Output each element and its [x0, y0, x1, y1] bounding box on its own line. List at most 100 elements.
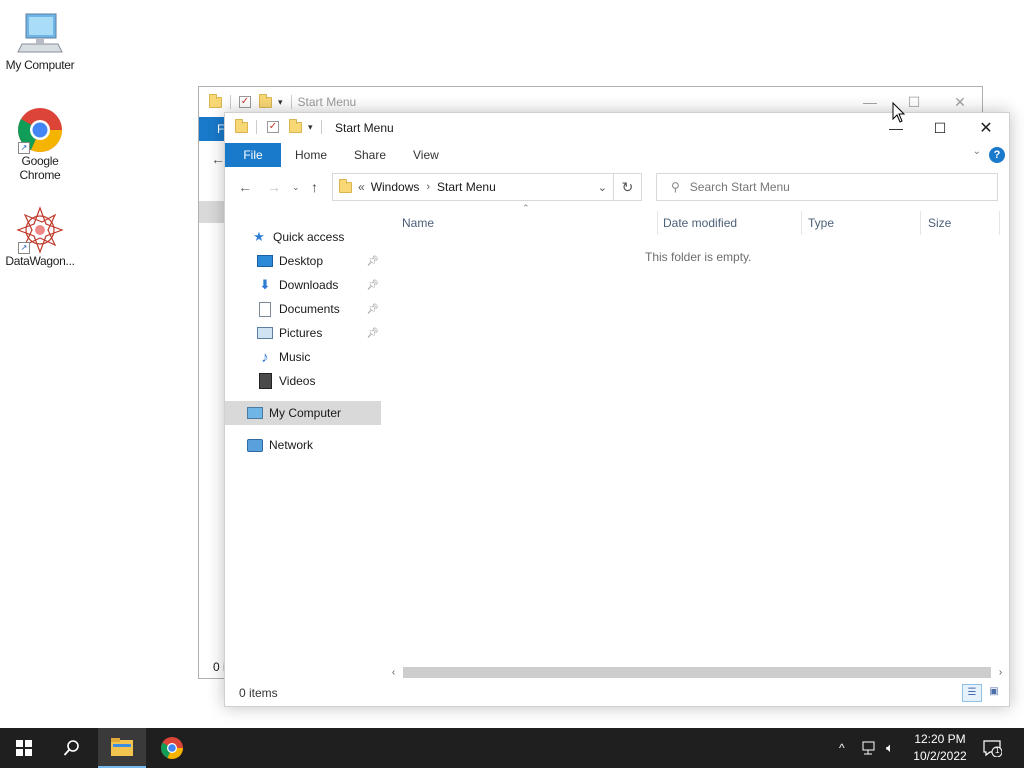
nav-music[interactable]: ♪ Music	[225, 345, 381, 369]
sort-indicator-icon: ⌃	[522, 203, 530, 213]
divider	[230, 95, 231, 109]
search-icon: ⚲	[671, 180, 680, 194]
nav-label: Downloads	[279, 278, 339, 292]
ribbon-tabs: File Home Share View ⌄ ?	[225, 143, 1009, 167]
breadcrumb-start-menu[interactable]: Start Menu	[437, 180, 496, 194]
desktop-icon-datawagon[interactable]: ↗ DataWagon...	[0, 206, 80, 268]
nav-desktop[interactable]: Desktop 📌︎	[225, 249, 381, 273]
windows-logo-icon	[16, 740, 32, 756]
nav-label: My Computer	[269, 406, 342, 420]
mouse-cursor-icon	[892, 101, 906, 127]
nav-downloads[interactable]: ⬇ Downloads 📌︎	[225, 273, 381, 297]
volume-icon[interactable]: 🔈︎	[886, 728, 894, 768]
music-icon: ♪	[261, 348, 269, 366]
nav-label: Videos	[279, 374, 316, 388]
tab-view[interactable]: View	[413, 143, 439, 167]
nav-my-computer[interactable]: My Computer	[225, 401, 381, 425]
notification-count-badge: 1	[995, 746, 1000, 755]
properties-icon[interactable]: ✓	[267, 121, 279, 133]
column-divider[interactable]	[801, 211, 802, 235]
nav-label: Network	[269, 438, 314, 452]
scroll-left-arrow-icon[interactable]: ‹	[385, 664, 402, 681]
search-button[interactable]	[48, 728, 96, 768]
nav-network[interactable]: Network	[225, 433, 381, 457]
start-button[interactable]	[0, 728, 48, 768]
scroll-right-arrow-icon[interactable]: ›	[992, 664, 1009, 681]
tab-home[interactable]: Home	[295, 143, 327, 167]
breadcrumb-separator-icon[interactable]: ›	[426, 181, 430, 193]
nav-videos[interactable]: Videos	[225, 369, 381, 393]
nav-label: Pictures	[279, 326, 323, 340]
address-dropdown-icon[interactable]: ⌄	[598, 181, 607, 194]
close-button[interactable]: ✕	[963, 113, 1009, 143]
videos-icon	[257, 373, 273, 389]
chrome-icon	[161, 737, 183, 759]
forward-button[interactable]: →	[267, 179, 281, 195]
pin-icon[interactable]: 📌︎	[366, 304, 379, 315]
taskbar-file-explorer[interactable]	[98, 728, 146, 768]
properties-icon: ✓	[239, 96, 251, 108]
divider	[290, 95, 292, 109]
column-divider[interactable]	[920, 211, 921, 235]
address-bar[interactable]: « Windows › Start Menu ⌄	[332, 173, 614, 201]
desktop-icon-google-chrome[interactable]: ↗ Google Chrome	[0, 106, 80, 182]
nav-label: Quick access	[273, 230, 345, 244]
up-button[interactable]: ↑	[311, 179, 318, 195]
help-icon[interactable]: ?	[989, 147, 1005, 163]
address-overflow[interactable]: «	[358, 180, 365, 194]
shortcut-arrow-icon: ↗	[18, 242, 30, 254]
window-title: Start Menu	[335, 121, 394, 135]
folder-icon	[235, 118, 248, 133]
nav-documents[interactable]: Documents 📌︎	[225, 297, 381, 321]
details-view-button[interactable]: ☰	[962, 684, 982, 702]
background-file-tab[interactable]: F	[199, 117, 225, 141]
tab-file[interactable]: File	[225, 143, 281, 167]
column-header-type[interactable]: Type	[808, 211, 834, 235]
chrome-icon: ↗	[16, 106, 64, 154]
desktop-icon	[257, 253, 273, 269]
folder-icon	[209, 93, 222, 108]
system-clock[interactable]: 12:20 PM 10/2/2022	[905, 731, 975, 765]
empty-folder-message: This folder is empty.	[645, 250, 752, 264]
refresh-button[interactable]: ↻	[614, 173, 642, 201]
show-hidden-icons-button[interactable]: ^	[839, 728, 845, 768]
background-back-arrow-icon[interactable]: ←	[211, 151, 225, 167]
column-header-name[interactable]: Name	[402, 211, 434, 235]
maximize-button[interactable]: ☐	[917, 113, 963, 143]
desktop-icon-label: My Computer	[5, 58, 75, 72]
action-center-button[interactable]: 1	[982, 728, 1002, 768]
pin-icon[interactable]: 📌︎	[366, 256, 379, 267]
computer-icon	[247, 405, 263, 421]
desktop-icon-my-computer[interactable]: My Computer	[0, 10, 80, 72]
pin-icon[interactable]: 📌︎	[366, 280, 379, 291]
pin-icon[interactable]: 📌︎	[366, 328, 379, 339]
nav-pictures[interactable]: Pictures 📌︎	[225, 321, 381, 345]
search-box[interactable]: ⚲ Search Start Menu	[656, 173, 998, 201]
shortcut-arrow-icon: ↗	[18, 142, 30, 154]
taskbar-chrome[interactable]	[148, 728, 196, 768]
new-folder-icon[interactable]	[289, 118, 302, 133]
search-icon	[63, 740, 79, 756]
network-status-icon[interactable]	[862, 728, 878, 768]
status-item-count: 0 items	[239, 686, 278, 700]
scrollbar-thumb[interactable]	[403, 667, 991, 678]
customize-quick-access-icon[interactable]: ▾	[308, 122, 313, 133]
network-icon	[247, 437, 263, 453]
column-header-date-modified[interactable]: Date modified	[663, 211, 737, 235]
explorer-window[interactable]: ✓ ▾ Start Menu — ☐ ✕ File Home Share Vie…	[224, 112, 1010, 707]
recent-locations-button[interactable]: ⌄	[292, 182, 300, 193]
breadcrumb-windows[interactable]: Windows	[371, 180, 420, 194]
tab-share[interactable]: Share	[354, 143, 386, 167]
large-icons-view-button[interactable]: ▣	[984, 684, 1004, 702]
column-divider[interactable]	[657, 211, 658, 235]
clock-time: 12:20 PM	[914, 732, 966, 746]
taskbar: ^ 🔈︎ 12:20 PM 10/2/2022 1	[0, 728, 1024, 768]
nav-label: Documents	[279, 302, 340, 316]
horizontal-scrollbar[interactable]: ‹ ›	[385, 664, 1009, 681]
back-button[interactable]: ←	[238, 179, 252, 195]
expand-ribbon-icon[interactable]: ⌄	[973, 146, 981, 157]
file-explorer-icon	[111, 738, 133, 756]
column-divider[interactable]	[999, 211, 1000, 235]
column-header-size[interactable]: Size	[928, 211, 951, 235]
nav-quick-access[interactable]: ★ Quick access	[225, 225, 381, 249]
